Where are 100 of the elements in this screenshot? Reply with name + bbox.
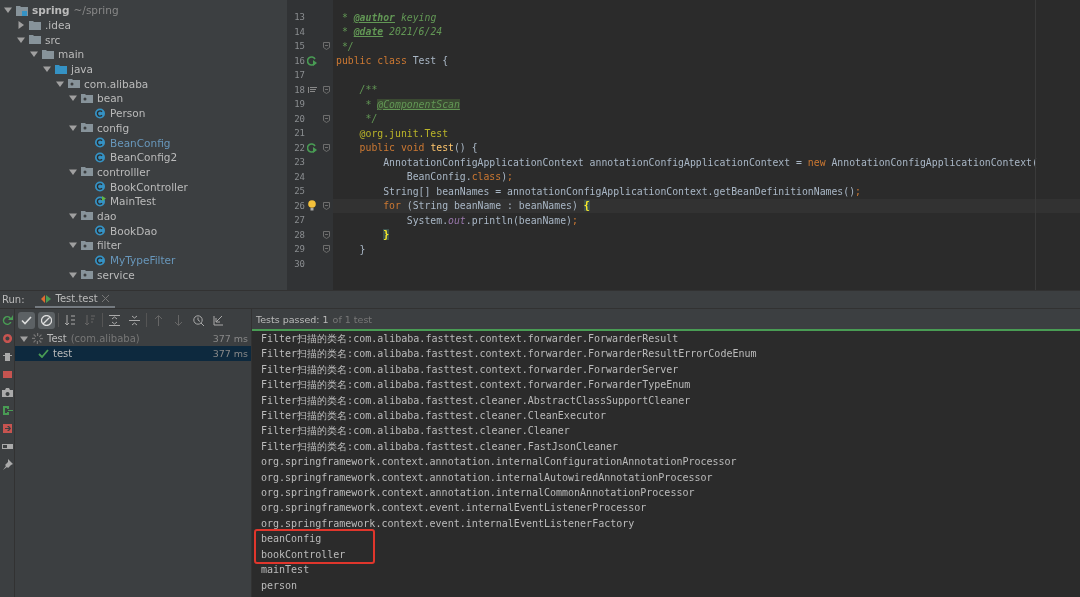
tree-item[interactable]: BookDao bbox=[110, 224, 158, 237]
line-number: 16 bbox=[293, 55, 305, 66]
fold-marker-icon[interactable] bbox=[322, 42, 330, 51]
tree-item[interactable]: com.alibaba bbox=[84, 77, 149, 90]
package-folder-icon bbox=[81, 210, 93, 222]
line-number: 18 bbox=[293, 84, 305, 95]
run-tab[interactable]: Test.test bbox=[34, 291, 115, 308]
line-number: 22 bbox=[293, 142, 305, 153]
line-number: 15 bbox=[293, 41, 305, 52]
fold-marker-icon[interactable] bbox=[322, 201, 330, 210]
folder-icon bbox=[29, 19, 41, 31]
expanded-arrow-icon[interactable] bbox=[69, 167, 77, 176]
line-number: 23 bbox=[293, 157, 305, 168]
class-icon bbox=[94, 151, 106, 163]
import-icon[interactable] bbox=[1, 423, 13, 434]
expanded-arrow-icon[interactable] bbox=[69, 211, 77, 220]
console-line: bookController bbox=[261, 547, 346, 562]
fold-marker-icon[interactable] bbox=[322, 230, 330, 239]
export-icon[interactable] bbox=[1, 405, 13, 416]
expanded-arrow-icon[interactable] bbox=[20, 334, 28, 343]
line-number: 25 bbox=[293, 186, 305, 197]
render-doc-icon[interactable] bbox=[307, 85, 317, 94]
console-line: Filter扫描的类名:com.alibaba.fasttest.context.forwarder.ForwarderTypeEnum bbox=[261, 378, 691, 393]
line-number: 14 bbox=[293, 26, 305, 37]
show-ignored-button[interactable] bbox=[38, 311, 55, 329]
rerun-icon[interactable] bbox=[1, 315, 13, 326]
close-icon[interactable] bbox=[101, 295, 109, 302]
tree-item[interactable]: service bbox=[97, 268, 135, 281]
tests-passed-label: Tests passed: 1 bbox=[256, 313, 329, 325]
code-line: AnnotationConfigApplicationContext annotationConfigApplicationContext = new AnnotationConfigApplicationContext( bbox=[382, 156, 1038, 168]
collapsed-arrow-icon[interactable] bbox=[17, 21, 25, 30]
fold-marker-icon[interactable] bbox=[322, 85, 330, 94]
fold-marker-icon[interactable] bbox=[322, 143, 330, 152]
test-row[interactable]: Test (com.alibaba) 377 ms bbox=[15, 331, 251, 346]
package-folder-icon bbox=[68, 78, 80, 90]
tree-item[interactable]: MyTypeFilter bbox=[110, 254, 176, 267]
expanded-arrow-icon[interactable] bbox=[43, 65, 51, 74]
line-number: 19 bbox=[293, 99, 305, 110]
tree-item[interactable]: filter bbox=[97, 239, 122, 252]
layout-icon[interactable] bbox=[1, 441, 13, 452]
run-icon[interactable] bbox=[307, 142, 317, 153]
line-number: 20 bbox=[293, 113, 305, 124]
checkmark-icon bbox=[21, 314, 32, 326]
expanded-arrow-icon[interactable] bbox=[69, 123, 77, 132]
expanded-arrow-icon[interactable] bbox=[69, 270, 77, 279]
expanded-arrow-icon[interactable] bbox=[56, 79, 64, 88]
expanded-arrow-icon[interactable] bbox=[69, 94, 77, 103]
console-line: Filter扫描的类名:com.alibaba.fasttest.cleaner.AbstractClassSupportCleaner bbox=[261, 393, 691, 408]
code-line: String[] beanNames = annotationConfigApplicationContext.getBeanDefinitionNames(); bbox=[382, 185, 861, 197]
show-passed-button[interactable] bbox=[18, 311, 35, 329]
tree-item[interactable]: .idea bbox=[45, 19, 71, 32]
class-icon bbox=[94, 181, 106, 193]
test-row[interactable]: test 377 ms bbox=[15, 346, 251, 361]
fold-marker-icon[interactable] bbox=[322, 114, 330, 123]
line-number: 21 bbox=[293, 128, 305, 139]
camera-icon[interactable] bbox=[1, 387, 13, 398]
code-line: /** bbox=[358, 84, 378, 96]
tree-item[interactable]: dao bbox=[97, 209, 117, 222]
lightbulb-icon[interactable] bbox=[308, 200, 316, 212]
console-line: Filter扫描的类名:com.alibaba.fasttest.cleaner.Cleaner bbox=[261, 424, 570, 439]
console-line: org.springframework.context.annotation.internalCommonAnnotationProcessor bbox=[261, 486, 695, 501]
tree-item[interactable]: bean bbox=[97, 92, 124, 105]
expanded-arrow-icon[interactable] bbox=[30, 50, 38, 59]
folder-icon bbox=[29, 34, 41, 46]
fold-marker-icon[interactable] bbox=[322, 245, 330, 254]
console-line: Filter扫描的类名:com.alibaba.fasttest.context.forwarder.ForwarderResultErrorCodeEnum bbox=[261, 347, 757, 362]
run-icon[interactable] bbox=[307, 55, 317, 66]
tree-item[interactable]: spring bbox=[32, 4, 70, 17]
console-line: Filter扫描的类名:com.alibaba.fasttest.context.forwarder.ForwarderResult bbox=[261, 332, 679, 346]
tree-item[interactable]: Person bbox=[110, 107, 146, 120]
tree-item[interactable]: BookController bbox=[110, 180, 188, 193]
code-line: * @author keying bbox=[340, 11, 437, 23]
tree-item[interactable]: BeanConfig bbox=[110, 136, 171, 149]
expanded-arrow-icon[interactable] bbox=[4, 6, 12, 15]
stop-icon[interactable] bbox=[1, 369, 13, 380]
class-icon bbox=[94, 254, 106, 266]
project-path: ~/spring bbox=[73, 4, 119, 17]
test-run-icon bbox=[40, 293, 52, 304]
line-number: 28 bbox=[293, 229, 305, 240]
line-number: 13 bbox=[293, 12, 305, 23]
code-line: */ bbox=[364, 113, 378, 125]
console-line: mainTest bbox=[261, 563, 310, 578]
tree-item[interactable]: BeanConfig2 bbox=[110, 151, 178, 164]
tree-item[interactable]: MainTest bbox=[110, 195, 156, 208]
tree-item[interactable]: controlller bbox=[97, 165, 150, 178]
console-line: org.springframework.context.annotation.internalConfigurationAnnotationProcessor bbox=[261, 455, 737, 470]
class-icon bbox=[94, 107, 106, 119]
class-icon bbox=[94, 195, 106, 207]
console-line: Filter扫描的类名:com.alibaba.fasttest.cleaner.CleanExecutor bbox=[261, 409, 606, 424]
console-line: org.springframework.context.event.internalEventListenerProcessor bbox=[261, 501, 647, 516]
folder-icon bbox=[42, 48, 54, 60]
expanded-arrow-icon[interactable] bbox=[17, 35, 25, 44]
tree-item[interactable]: src bbox=[45, 33, 61, 46]
pin-icon[interactable] bbox=[1, 459, 13, 470]
tree-item[interactable]: config bbox=[97, 121, 130, 134]
tree-item[interactable]: main bbox=[58, 48, 85, 61]
expanded-arrow-icon[interactable] bbox=[69, 241, 77, 250]
down-arrow-icon bbox=[173, 314, 184, 326]
tree-item[interactable]: java bbox=[71, 63, 93, 76]
code-line: BeanConfig.class); bbox=[405, 171, 513, 183]
